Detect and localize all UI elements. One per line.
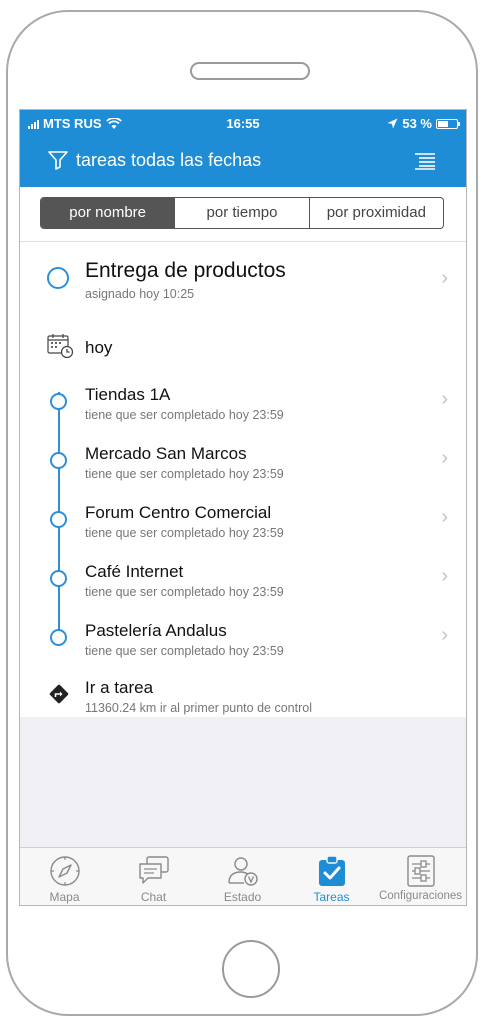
compass-icon [50,856,80,886]
checkpoint-circle-icon [50,393,67,410]
checkpoint-row[interactable]: Forum Centro Comercial tiene que ser com… [20,490,466,548]
chevron-right-icon: › [441,506,448,528]
list-menu-icon[interactable] [414,152,436,170]
tab-bar: Mapa Chat Estado Tareas Configuraciones [20,847,466,905]
task-subtitle: asignado hoy 10:25 [85,287,195,301]
checkpoint-title: Tiendas 1A [85,385,171,404]
segment-by-time[interactable]: por tiempo [174,198,308,228]
task-title: Entrega de productos [85,259,286,282]
segment-by-proximity[interactable]: por proximidad [308,198,443,228]
chevron-right-icon: › [441,624,448,646]
task-status-circle-icon [47,267,69,289]
checkpoint-circle-icon [50,511,67,528]
tab-status[interactable]: Estado [198,848,287,905]
checkpoint-circle-icon [50,629,67,646]
checkpoint-subtitle: tiene que ser completado hoy 23:59 [85,408,284,422]
checkpoint-row[interactable]: Mercado San Marcos tiene que ser complet… [20,431,466,489]
user-status-icon [228,857,258,886]
checkpoint-row[interactable]: Café Internet tiene que ser completado h… [20,549,466,607]
checkpoint-row[interactable]: Tiendas 1A tiene que ser completado hoy … [20,372,466,430]
settings-sliders-icon [407,855,435,887]
go-to-task-title: Ir a tarea [85,678,154,697]
section-header: hoy [20,326,466,366]
checkpoint-subtitle: tiene que ser completado hoy 23:59 [85,644,284,658]
sort-segment-bar: por nombre por tiempo por proximidad [20,187,466,242]
section-label: hoy [85,338,113,357]
go-to-task-row[interactable]: Ir a tarea 11360.24 km ir al primer punt… [20,667,466,717]
tab-label: Chat [140,890,167,904]
chat-icon [139,856,169,884]
checkpoint-title: Forum Centro Comercial [85,503,272,522]
home-button[interactable] [222,940,280,998]
tab-label: Configuraciones [378,890,463,902]
directions-icon [49,684,69,704]
battery-icon [436,118,460,129]
sort-segmented-control: por nombre por tiempo por proximidad [40,197,444,229]
speaker-grille [190,62,310,80]
task-list: Entrega de productos asignado hoy 10:25 … [20,242,466,717]
tasks-icon [319,855,345,886]
chevron-right-icon: › [441,388,448,410]
page-title: tareas todas las fechas [76,150,262,170]
checkpoint-row[interactable]: Pastelería Andalus tiene que ser complet… [20,608,466,666]
chevron-right-icon: › [441,267,448,289]
tab-settings[interactable]: Configuraciones [376,848,465,905]
tab-tasks[interactable]: Tareas [287,848,376,905]
checkpoint-title: Pastelería Andalus [85,621,227,640]
battery-percent: 53 % [402,116,432,131]
checkpoint-title: Café Internet [85,562,184,581]
go-to-task-subtitle: 11360.24 km ir al primer punto de contro… [85,701,312,715]
status-bar: MTS RUS 16:55 53 % [20,110,466,138]
checkpoint-subtitle: tiene que ser completado hoy 23:59 [85,585,284,599]
chevron-right-icon: › [441,447,448,469]
tab-label: Estado [223,890,262,904]
checkpoint-subtitle: tiene que ser completado hoy 23:59 [85,526,284,540]
app-screen: MTS RUS 16:55 53 % tareas todas las fech… [19,109,467,906]
task-row[interactable]: Entrega de productos asignado hoy 10:25 … [20,242,466,317]
segment-by-name[interactable]: por nombre [41,198,175,228]
chevron-right-icon: › [441,565,448,587]
checkpoint-subtitle: tiene que ser completado hoy 23:59 [85,467,284,481]
checkpoint-circle-icon [50,570,67,587]
tab-label: Tareas [313,890,350,904]
tab-chat[interactable]: Chat [109,848,198,905]
tab-label: Mapa [49,890,80,904]
location-arrow-icon [387,118,398,129]
tab-map[interactable]: Mapa [20,848,109,905]
nav-bar: tareas todas las fechas [20,138,466,186]
filter-icon[interactable] [48,150,68,170]
header: MTS RUS 16:55 53 % tareas todas las fech… [20,110,466,187]
checkpoint-title: Mercado San Marcos [85,444,247,463]
checkpoint-circle-icon [50,452,67,469]
calendar-clock-icon [47,334,74,359]
